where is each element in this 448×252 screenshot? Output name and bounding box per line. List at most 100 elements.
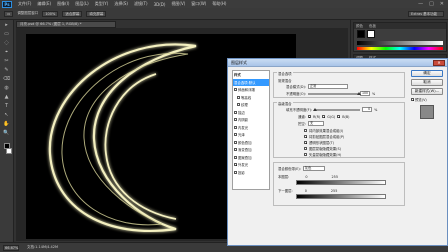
menu-filter[interactable]: 滤镜(T) xyxy=(134,1,148,7)
satin-label: 光泽 xyxy=(238,133,245,138)
tool-preset-picker[interactable]: ▭ xyxy=(4,10,14,17)
dialog-titlebar[interactable]: 图层样式 ✕ xyxy=(228,59,447,67)
underlying-gradient[interactable] xyxy=(296,194,386,199)
bevel-emboss-checkbox[interactable] xyxy=(234,88,237,92)
menu-edit[interactable]: 编辑(E) xyxy=(37,1,51,7)
style-inner-glow[interactable]: 内发光 xyxy=(233,124,269,132)
blend-if-select[interactable]: 灰色 xyxy=(302,166,325,171)
eraser-tool-icon[interactable]: ⌫ xyxy=(3,76,11,83)
path-select-tool-icon[interactable]: ↖ xyxy=(3,112,11,119)
menu-layer[interactable]: 图层(L) xyxy=(75,1,88,7)
blend-clipped-layers-checkbox[interactable] xyxy=(304,135,307,138)
ok-button[interactable]: 确定 xyxy=(411,70,443,77)
style-outer-glow[interactable]: 外发光 xyxy=(233,161,269,169)
fill-opacity-slider-knob[interactable] xyxy=(313,107,318,111)
zoom-level[interactable]: 66.67% xyxy=(3,244,19,251)
channel-r-checkbox[interactable] xyxy=(307,115,311,118)
new-style-button[interactable]: 新建样式(W)... xyxy=(411,88,443,95)
background-color-swatch[interactable] xyxy=(5,148,12,154)
close-window-button[interactable]: ✕ xyxy=(440,1,444,7)
pen-tool-icon[interactable]: ▲ xyxy=(3,94,11,101)
inner-shadow-checkbox[interactable] xyxy=(234,118,237,122)
fill-opacity-input[interactable]: 0 xyxy=(362,107,373,112)
cancel-button[interactable]: 取消 xyxy=(411,79,443,86)
outer-glow-checkbox[interactable] xyxy=(234,163,237,167)
blend-mode-select[interactable]: 正常 xyxy=(307,84,348,89)
zoom-100-button[interactable]: 100% xyxy=(42,10,59,17)
style-blending-options[interactable]: 混合选项:默认 xyxy=(233,78,269,86)
style-contour[interactable]: 等高线 xyxy=(236,94,269,102)
bevel-emboss-label: 斜面和浮雕 xyxy=(238,88,255,93)
minimize-button[interactable]: — xyxy=(418,1,423,7)
texture-checkbox[interactable] xyxy=(237,103,240,107)
style-satin[interactable]: 光泽 xyxy=(233,131,269,139)
contour-checkbox[interactable] xyxy=(237,95,240,99)
menu-file[interactable]: 文件(F) xyxy=(18,1,31,7)
maximize-button[interactable]: □ xyxy=(429,1,434,7)
marquee-tool-icon[interactable]: ▭ xyxy=(3,31,11,38)
style-color-overlay[interactable]: 颜色叠加 xyxy=(233,139,269,147)
type-tool-icon[interactable]: T xyxy=(3,103,11,110)
blur-tool-icon[interactable]: ◍ xyxy=(3,85,11,92)
color-slider[interactable] xyxy=(357,41,443,45)
option-row-2: 透明形状图层(T) xyxy=(304,140,334,145)
channel-b-checkbox[interactable] xyxy=(337,115,341,118)
knockout-select[interactable]: 无 xyxy=(307,121,324,126)
preview-row: 预览(V) xyxy=(411,97,445,102)
fg-color-box[interactable] xyxy=(357,30,365,38)
workspace-select[interactable]: Extras 基本功能 xyxy=(408,10,444,17)
fill-opacity-slider[interactable] xyxy=(313,107,361,111)
menu-3d[interactable]: 3D(D) xyxy=(154,2,166,7)
bg-color-box[interactable] xyxy=(367,30,375,38)
menu-window[interactable]: 窗口(W) xyxy=(191,1,206,7)
drop-shadow-label: 投影 xyxy=(238,170,245,175)
inner-glow-checkbox[interactable] xyxy=(234,125,237,129)
style-pattern-overlay[interactable]: 图案叠加 xyxy=(233,154,269,162)
satin-checkbox[interactable] xyxy=(234,133,237,137)
blend-interior-effects-checkbox[interactable] xyxy=(304,129,307,132)
lasso-tool-icon[interactable]: ◌ xyxy=(3,40,11,47)
quick-select-tool-icon[interactable]: ⌖ xyxy=(3,49,11,56)
document-tab[interactable]: 月亮.psd @ 66.7% (图层 1, RGB/8) * xyxy=(16,21,116,28)
fill-screen-button[interactable]: 填充屏幕 xyxy=(86,10,107,17)
resize-windows-label[interactable]: 调整图层窗口 xyxy=(17,11,38,16)
channels-row: 通道: R(R) G(G) B(B) xyxy=(298,114,350,120)
style-texture[interactable]: 纹理 xyxy=(236,101,269,109)
crop-tool-icon[interactable]: ✂ xyxy=(3,58,11,65)
this-layer-gradient[interactable] xyxy=(296,180,386,185)
style-gradient-overlay[interactable]: 渐变叠加 xyxy=(233,146,269,154)
style-inner-shadow[interactable]: 内阴影 xyxy=(233,116,269,124)
menu-select[interactable]: 选择(S) xyxy=(114,1,128,7)
hand-tool-icon[interactable]: ✋ xyxy=(3,121,11,128)
drop-shadow-checkbox[interactable] xyxy=(234,170,237,174)
stroke-checkbox[interactable] xyxy=(234,110,237,114)
opacity-input[interactable]: 100 xyxy=(360,91,371,96)
menu-type[interactable]: 类型(Y) xyxy=(95,1,109,7)
zoom-tool-icon[interactable]: 🔍 xyxy=(3,130,11,137)
spectrum-bar[interactable] xyxy=(357,47,443,50)
color-overlay-checkbox[interactable] xyxy=(234,140,237,144)
menu-view[interactable]: 视图(V) xyxy=(171,1,185,7)
menu-help[interactable]: 帮助(H) xyxy=(212,1,226,7)
gradient-overlay-checkbox[interactable] xyxy=(234,148,237,152)
fit-screen-button[interactable]: 适合屏幕 xyxy=(62,10,83,17)
tab-swatches[interactable]: 色板 xyxy=(369,23,376,29)
blend-if-row: 混合颜色带(E): 灰色 xyxy=(278,166,325,171)
menu-image[interactable]: 图像(I) xyxy=(57,1,69,7)
brush-tool-icon[interactable]: ✎ xyxy=(3,67,11,74)
layer-mask-hides-checkbox[interactable] xyxy=(304,147,307,150)
pattern-overlay-checkbox[interactable] xyxy=(234,155,237,159)
style-drop-shadow[interactable]: 投影 xyxy=(233,169,269,177)
style-stroke[interactable]: 描边 xyxy=(233,109,269,117)
vector-mask-hides-checkbox[interactable] xyxy=(304,153,307,156)
tab-color[interactable]: 颜色 xyxy=(356,23,363,29)
move-tool-icon[interactable]: ▸ xyxy=(3,22,11,29)
channel-g-label: G(G) xyxy=(327,114,336,119)
opacity-slider-knob[interactable] xyxy=(357,91,362,95)
preview-checkbox[interactable] xyxy=(411,98,414,101)
transparency-shapes-checkbox[interactable] xyxy=(304,141,307,144)
style-bevel-emboss[interactable]: 斜面和浮雕 xyxy=(233,86,269,94)
dialog-close-button[interactable]: ✕ xyxy=(433,59,445,66)
channel-g-checkbox[interactable] xyxy=(322,115,326,118)
opacity-slider[interactable] xyxy=(308,91,362,95)
